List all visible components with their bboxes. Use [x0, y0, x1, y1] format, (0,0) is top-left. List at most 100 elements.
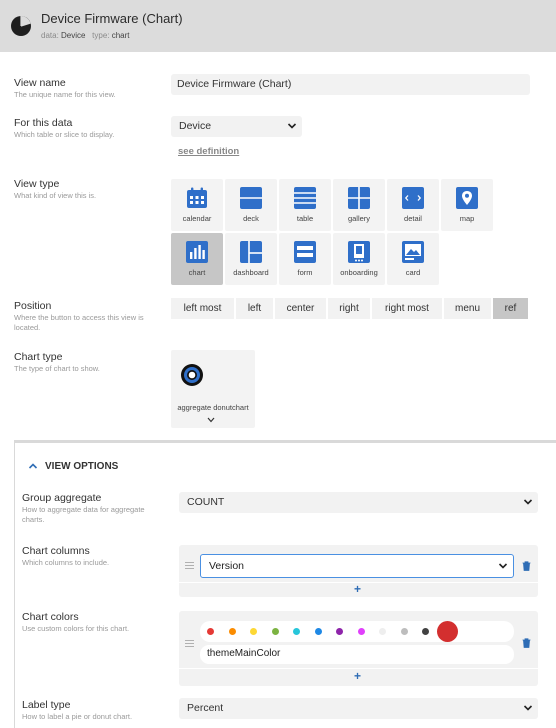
view-name-input[interactable]: Device Firmware (Chart) — [171, 74, 530, 95]
color-swatch[interactable] — [437, 621, 458, 642]
see-definition-link[interactable]: see definition — [178, 146, 239, 157]
view-name-hint: The unique name for this view. — [14, 90, 116, 99]
color-swatch[interactable] — [379, 628, 386, 635]
position-right[interactable]: right — [328, 298, 370, 319]
position-label: Position — [14, 300, 52, 312]
view-name-label: View name — [14, 77, 66, 89]
position-menu[interactable]: menu — [444, 298, 491, 319]
view-type-onboarding[interactable]: onboarding — [333, 233, 385, 285]
view-header: Device Firmware (Chart) data: Device typ… — [0, 0, 556, 52]
for-this-data-hint: Which table or slice to display. — [14, 130, 115, 139]
color-swatch[interactable] — [357, 628, 365, 635]
view-type-dashboard[interactable]: dashboard — [225, 233, 277, 285]
view-type-hint: What kind of view this is. — [14, 191, 97, 200]
map-icon — [456, 187, 478, 209]
form-icon — [294, 241, 316, 263]
gallery-icon — [348, 187, 370, 209]
group-aggregate-select[interactable]: COUNT — [179, 492, 538, 513]
label-type-label: Label type — [22, 699, 71, 711]
view-type-label-deck: deck — [243, 214, 259, 223]
view-type-label-dashboard: dashboard — [233, 268, 269, 277]
color-swatch[interactable] — [422, 628, 429, 635]
chart-columns-label: Chart columns — [22, 545, 90, 557]
donut-chart-icon — [181, 364, 203, 386]
view-type-label-table: table — [296, 214, 314, 223]
chart-icon — [186, 241, 208, 263]
table-icon — [294, 187, 316, 209]
chevron-down-icon — [287, 123, 297, 129]
chart-type-label: Chart type — [14, 351, 63, 363]
position-left[interactable]: left — [236, 298, 273, 319]
view-type-calendar[interactable]: calendar — [171, 179, 223, 231]
position-right-most[interactable]: right most — [372, 298, 442, 319]
caret-down-icon — [207, 417, 215, 423]
dashboard-icon — [240, 241, 262, 263]
chart-colors-hint: Use custom colors for this chart. — [22, 624, 130, 633]
position-ref[interactable]: ref — [493, 298, 528, 319]
chevron-down-icon — [523, 705, 533, 711]
color-swatch-palette — [200, 621, 514, 642]
group-aggregate-label: Group aggregate — [22, 492, 102, 504]
view-type-map[interactable]: map — [441, 179, 493, 231]
chart-columns-list: Version + — [179, 545, 538, 597]
chart-columns-hint: Which columns to include. — [22, 558, 110, 567]
chart-colors-label: Chart colors — [22, 611, 79, 623]
position-center[interactable]: center — [275, 298, 326, 319]
card-icon — [402, 241, 424, 263]
chevron-down-icon — [498, 563, 508, 569]
view-type-chart[interactable]: chart — [171, 233, 223, 285]
add-column-button[interactable]: + — [354, 582, 361, 596]
chart-color-input[interactable]: themeMainColor — [200, 645, 514, 664]
view-type-label-map: map — [459, 214, 475, 223]
color-swatch[interactable] — [207, 628, 214, 635]
view-type-label-form: form — [297, 268, 313, 277]
view-type-table[interactable]: table — [279, 179, 331, 231]
calendar-icon — [187, 187, 207, 208]
color-swatch[interactable] — [293, 628, 300, 635]
chart-type-selector[interactable]: aggregate donutchart — [171, 350, 255, 428]
color-swatch[interactable] — [400, 628, 408, 635]
add-color-button[interactable]: + — [354, 669, 361, 683]
pie-chart-icon — [11, 16, 31, 36]
detail-icon — [402, 187, 424, 209]
view-type-form[interactable]: form — [279, 233, 331, 285]
view-type-label-calendar: calendar — [182, 214, 212, 223]
header-subtitle: data: Device type: chart — [41, 31, 130, 40]
view-options-toggle[interactable]: VIEW OPTIONS — [28, 461, 118, 472]
color-swatch[interactable] — [228, 628, 236, 635]
color-swatch[interactable] — [271, 628, 279, 635]
deck-icon — [240, 187, 262, 209]
chart-type-value: aggregate donutchart — [177, 403, 249, 412]
drag-handle-icon[interactable] — [185, 640, 194, 647]
view-type-label-gallery: gallery — [347, 214, 371, 223]
drag-handle-icon[interactable] — [185, 562, 194, 569]
label-type-select[interactable]: Percent — [179, 698, 538, 719]
onboarding-icon — [348, 241, 370, 263]
color-swatch[interactable] — [250, 628, 257, 635]
for-this-data-label: For this data — [14, 117, 73, 129]
chart-colors-list: themeMainColor + — [179, 611, 538, 686]
data-select[interactable]: Device — [171, 116, 302, 137]
view-type-label-onboarding: onboarding — [340, 268, 378, 277]
page-title: Device Firmware (Chart) — [41, 11, 183, 26]
trash-icon[interactable] — [522, 638, 531, 648]
chevron-up-icon — [28, 463, 38, 469]
color-swatch[interactable] — [314, 628, 322, 635]
chart-column-select[interactable]: Version — [200, 554, 514, 578]
position-hint: Where the button to access this view is l… — [14, 313, 144, 332]
view-type-card[interactable]: card — [387, 233, 439, 285]
chevron-down-icon — [523, 499, 533, 505]
view-type-label-chart: chart — [188, 268, 206, 277]
chart-type-hint: The type of chart to show. — [14, 364, 100, 373]
trash-icon[interactable] — [522, 561, 531, 571]
view-type-label-detail: detail — [404, 214, 422, 223]
view-type-label: View type — [14, 178, 60, 190]
label-type-hint: How to label a pie or donut chart. — [22, 712, 133, 721]
view-type-label-card: card — [405, 268, 421, 277]
position-left-most[interactable]: left most — [171, 298, 234, 319]
view-type-gallery[interactable]: gallery — [333, 179, 385, 231]
color-swatch[interactable] — [336, 628, 343, 635]
view-type-deck[interactable]: deck — [225, 179, 277, 231]
group-aggregate-hint: How to aggregate data for aggregate chart… — [22, 505, 145, 524]
view-type-detail[interactable]: detail — [387, 179, 439, 231]
